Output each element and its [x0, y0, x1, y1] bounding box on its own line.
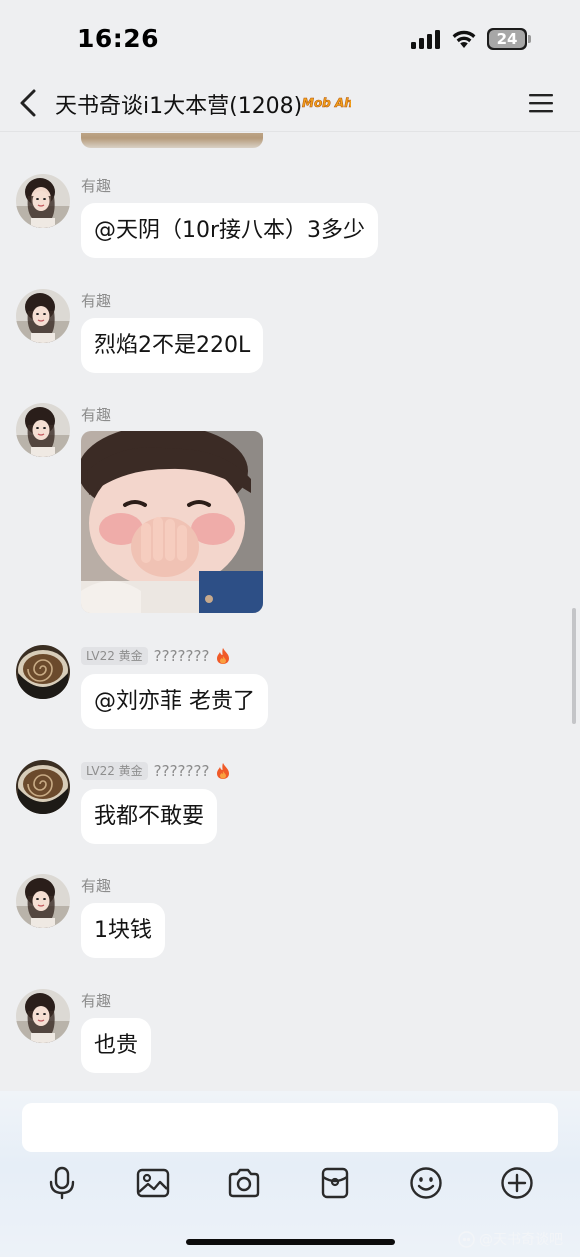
fire-icon: [217, 648, 230, 664]
red-packet-icon: [321, 1167, 349, 1199]
battery-indicator: 24: [487, 28, 531, 50]
battery-level: 24: [496, 30, 518, 48]
camera-button[interactable]: [224, 1163, 264, 1203]
level-badge: LV22 黄金: [81, 762, 148, 780]
sender-name[interactable]: ???????: [154, 647, 210, 665]
more-button[interactable]: [497, 1163, 537, 1203]
sender-name[interactable]: 有趣: [81, 990, 111, 1011]
back-button[interactable]: [14, 86, 44, 120]
message-list[interactable]: 有趣 @天阴（10r接八本）3多少 有趣 烈焰2不是220L 有趣 LV22 黄…: [0, 133, 580, 1091]
girl-photo-avatar[interactable]: [16, 874, 70, 928]
coffee-cup-avatar[interactable]: [16, 645, 70, 699]
girl-photo-avatar[interactable]: [16, 174, 70, 228]
message-bubble[interactable]: @天阴（10r接八本）3多少: [81, 203, 379, 258]
message-bubble[interactable]: 也贵: [81, 1018, 152, 1073]
message-bubble[interactable]: @刘亦菲 老贵了: [81, 674, 268, 729]
sender-name[interactable]: 有趣: [81, 875, 111, 896]
message-input[interactable]: [22, 1103, 558, 1152]
chat-header: 天书奇谈i1大本营(1208) Mob Ahe: [0, 78, 580, 132]
voice-button[interactable]: [42, 1163, 82, 1203]
sender-name[interactable]: ???????: [154, 762, 210, 780]
wifi-icon: [452, 30, 476, 48]
weibo-logo-icon: [458, 1230, 475, 1248]
red-packet-button[interactable]: [315, 1163, 355, 1203]
camera-icon: [228, 1168, 260, 1198]
image-icon: [136, 1168, 170, 1198]
status-time: 16:26: [77, 24, 160, 53]
scrollbar[interactable]: [572, 608, 576, 724]
emoji-icon: [410, 1167, 442, 1199]
sender-row: LV22 黄金 ???????: [81, 761, 231, 781]
level-badge: LV22 黄金: [81, 647, 148, 665]
previous-image-message[interactable]: [81, 133, 263, 148]
fire-icon: [217, 763, 230, 779]
sender-row: 有趣: [81, 175, 111, 195]
message-bubble[interactable]: 1块钱: [81, 903, 165, 958]
coffee-cup-avatar[interactable]: [16, 760, 70, 814]
emoji-button[interactable]: [406, 1163, 446, 1203]
microphone-icon: [49, 1166, 75, 1200]
status-bar: 16:26 24: [0, 0, 580, 78]
watermark-text: @天书奇谈吧: [479, 1232, 563, 1248]
sender-row: 有趣: [81, 990, 111, 1010]
girl-photo-avatar[interactable]: [16, 289, 70, 343]
composer: @天书奇谈吧: [0, 1091, 580, 1257]
svg-text:Mob Ahe: Mob Ahe: [302, 96, 351, 110]
plus-icon: [501, 1167, 533, 1199]
cellular-signal-icon: [411, 30, 440, 49]
girl-photo-avatar[interactable]: [16, 403, 70, 457]
sender-name[interactable]: 有趣: [81, 175, 111, 196]
sender-row: 有趣: [81, 290, 111, 310]
sender-name[interactable]: 有趣: [81, 290, 111, 311]
sender-row: LV22 黄金 ???????: [81, 646, 231, 666]
gallery-button[interactable]: [133, 1163, 173, 1203]
watermark: @天书奇谈吧: [458, 1228, 563, 1250]
sender-row: 有趣: [81, 404, 111, 424]
sender-row: 有趣: [81, 875, 111, 895]
menu-button[interactable]: [526, 90, 556, 116]
group-badge-icon: Mob Ahe: [302, 96, 351, 111]
home-indicator[interactable]: [186, 1239, 395, 1245]
group-title[interactable]: 天书奇谈i1大本营(1208): [55, 88, 302, 120]
message-bubble[interactable]: 烈焰2不是220L: [81, 318, 264, 373]
sender-name[interactable]: 有趣: [81, 404, 111, 425]
girl-photo-avatar[interactable]: [16, 989, 70, 1043]
message-bubble[interactable]: 我都不敢要: [81, 789, 218, 844]
chat-screen: 16:26 24 天书奇谈i1大本营(1208) Mob Ahe: [0, 0, 580, 1257]
baby-covering-mouth-sticker[interactable]: [81, 431, 263, 613]
